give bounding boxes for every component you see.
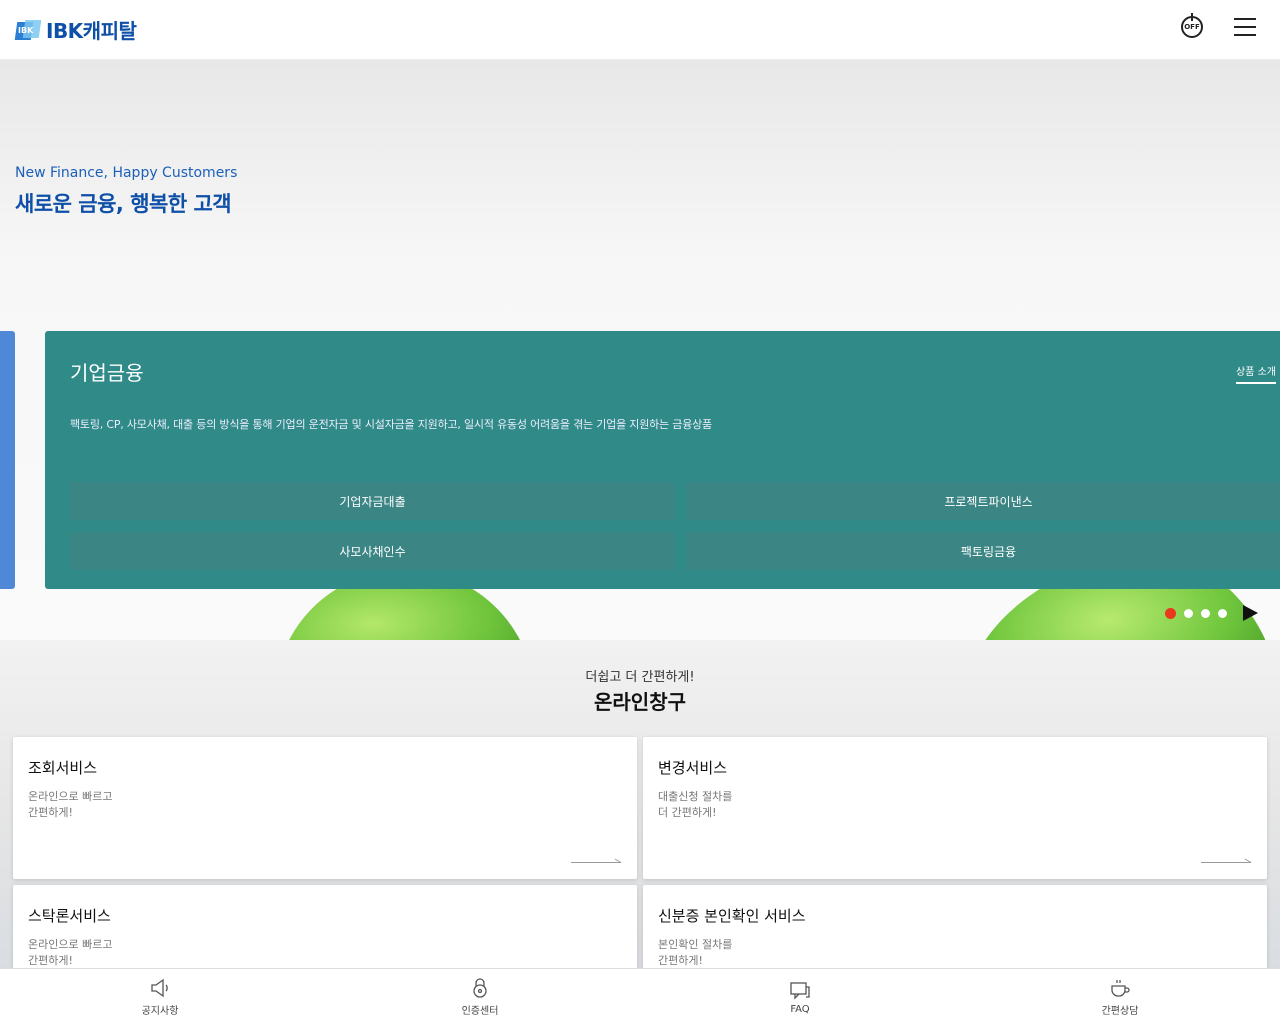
off-label: OFF xyxy=(1184,23,1200,31)
hero-subtitle: New Finance, Happy Customers xyxy=(15,165,238,181)
nav-item-notice[interactable]: 공지사항 xyxy=(0,969,320,1024)
megaphone-icon xyxy=(151,978,168,998)
faq-chat-icon xyxy=(790,982,810,1000)
service-card-stockloan[interactable]: 스탁론서비스 온라인으로 빠르고 간편하게! xyxy=(13,885,637,970)
lock-icon xyxy=(473,978,487,998)
logo-text: IBK캐피탈 xyxy=(46,19,137,43)
hero-banner: New Finance, Happy Customers 새로운 금융, 행복한… xyxy=(0,60,1280,640)
header: IBK IBK캐피탈 OFF xyxy=(0,0,1280,60)
service-card-inquiry[interactable]: 조회서비스 온라인으로 빠르고 간편하게! xyxy=(13,737,637,879)
bottom-nav: 공지사항 인증센터 FAQ 간편상담 xyxy=(0,968,1280,1024)
power-off-button[interactable]: OFF xyxy=(1181,13,1203,38)
nav-label: 간편상담 xyxy=(1101,1006,1139,1017)
product-button-factoring[interactable]: 팩토링금융 xyxy=(686,532,1280,570)
product-intro-link[interactable]: 상품 소개 xyxy=(1236,363,1276,384)
service-title: 신분증 본인확인 서비스 xyxy=(658,907,806,925)
slide-indicator xyxy=(1165,605,1258,621)
nav-item-consult[interactable]: 간편상담 xyxy=(960,969,1280,1024)
panel-description: 팩토링, CP, 사모사채, 대출 등의 방식을 통해 기업의 운전자금 및 시… xyxy=(70,418,712,431)
nav-item-faq[interactable]: FAQ xyxy=(640,969,960,1024)
service-desc: 본인확인 절차를 간편하게! xyxy=(658,938,733,967)
service-desc: 온라인으로 빠르고 간편하게! xyxy=(28,790,113,819)
slide-dot[interactable] xyxy=(1218,608,1227,618)
product-button-corporate-loan[interactable]: 기업자금대출 xyxy=(70,482,675,520)
service-title: 변경서비스 xyxy=(658,759,728,777)
service-desc: 온라인으로 빠르고 간편하게! xyxy=(28,938,113,967)
service-card-change[interactable]: 변경서비스 대출신청 절차를 더 간편하게! xyxy=(643,737,1267,879)
nav-item-certification[interactable]: 인증센터 xyxy=(320,969,640,1024)
slide-dot[interactable] xyxy=(1201,608,1210,618)
nav-label: 공지사항 xyxy=(141,1006,179,1017)
service-title: 스탁론서비스 xyxy=(28,907,111,925)
service-title: 조회서비스 xyxy=(28,759,98,777)
product-button-private-bond[interactable]: 사모사채인수 xyxy=(70,532,675,570)
online-subtitle: 더쉽고 더 간편하게! xyxy=(585,670,695,685)
hero-title: 새로운 금융, 행복한 고객 xyxy=(15,192,232,216)
hamburger-menu-icon[interactable] xyxy=(1234,18,1256,36)
nav-label: FAQ xyxy=(790,1004,810,1015)
product-panel: 기업금융 상품 소개 팩토링, CP, 사모사채, 대출 등의 방식을 통해 기… xyxy=(45,331,1280,589)
arrow-right-icon xyxy=(571,857,621,863)
ibk-logo-icon: IBK xyxy=(14,18,42,42)
coffee-cup-icon xyxy=(1111,980,1130,997)
arrow-right-icon xyxy=(1201,857,1251,863)
prev-slide-panel[interactable] xyxy=(0,331,15,589)
logo[interactable]: IBK IBK캐피탈 xyxy=(14,15,137,44)
online-service-section: 더쉽고 더 간편하게! 온라인창구 조회서비스 온라인으로 빠르고 간편하게! … xyxy=(0,640,1280,970)
slide-dot[interactable] xyxy=(1165,607,1176,619)
slide-dot[interactable] xyxy=(1184,608,1193,618)
play-icon[interactable] xyxy=(1243,605,1258,621)
nav-label: 인증센터 xyxy=(461,1006,499,1017)
online-title: 온라인창구 xyxy=(594,690,686,714)
service-card-id-verification[interactable]: 신분증 본인확인 서비스 본인확인 절차를 간편하게! xyxy=(643,885,1267,970)
product-button-project-finance[interactable]: 프로젝트파이낸스 xyxy=(686,482,1280,520)
service-desc: 대출신청 절차를 더 간편하게! xyxy=(658,790,733,819)
panel-title: 기업금융 xyxy=(70,361,144,385)
